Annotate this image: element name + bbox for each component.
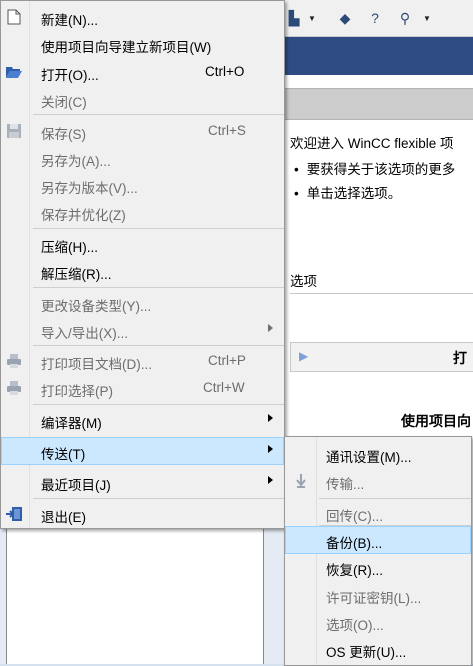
- menu-separator: [33, 228, 284, 229]
- menu-item-compress[interactable]: 压缩(H)...: [1, 231, 284, 257]
- menu-item-compiler[interactable]: 编译器(M): [1, 407, 284, 433]
- new-file-icon: [4, 7, 24, 27]
- menu-item-wizard[interactable]: 使用项目向导建立新项目(W): [1, 31, 284, 57]
- menu-item-recent-projects[interactable]: 最近项目(J): [1, 469, 284, 495]
- menu-item-transfer[interactable]: 传送(T): [1, 437, 284, 465]
- submenu-arrow-icon: [268, 414, 273, 422]
- editor-titlebar: [284, 37, 473, 75]
- menu-item-save-optimize[interactable]: 保存并优化(Z): [1, 199, 284, 225]
- menu-separator: [319, 498, 471, 499]
- submenu-item-os-update[interactable]: OS 更新(U)...: [285, 636, 471, 662]
- chevron-down-icon[interactable]: ▼: [308, 14, 316, 23]
- submenu-item-upload[interactable]: 回传(C)...: [285, 500, 471, 526]
- wizard-section-title: 使用项目向: [401, 413, 471, 429]
- menu-item-save-as-version[interactable]: 另存为版本(V)...: [1, 172, 284, 198]
- submenu-arrow-icon: [268, 476, 273, 484]
- menu-item-close[interactable]: 关闭(C): [1, 86, 284, 112]
- box-title: 打: [453, 350, 467, 366]
- menu-item-import-export[interactable]: 导入/导出(X)...: [1, 317, 284, 343]
- divider: [290, 293, 473, 294]
- open-folder-icon: [4, 62, 24, 82]
- menu-separator: [33, 114, 284, 115]
- menu-separator: [33, 345, 284, 346]
- print-icon: [4, 351, 24, 371]
- bullet-item: 单击选择选项。: [294, 182, 402, 202]
- menu-item-open[interactable]: 打开(O)... Ctrl+O: [1, 59, 284, 85]
- start-page-header: [284, 88, 473, 120]
- menu-item-print-docs[interactable]: 打印项目文档(D)... Ctrl+P: [1, 348, 284, 374]
- play-arrow-icon: ▶: [299, 349, 309, 363]
- menu-item-save-as[interactable]: 另存为(A)...: [1, 145, 284, 171]
- menu-item-decompress[interactable]: 解压缩(R)...: [1, 258, 284, 284]
- chevron-down-icon[interactable]: ▼: [423, 14, 431, 23]
- welcome-text: 欢迎进入 WinCC flexible 项: [290, 136, 454, 151]
- menu-item-print-selection[interactable]: 打印选择(P) Ctrl+W: [1, 375, 284, 401]
- book-icon[interactable]: ◆: [334, 8, 356, 28]
- transfer-tool-icon[interactable]: ▙: [283, 8, 305, 28]
- project-tree-pane: [6, 520, 264, 664]
- submenu-item-backup[interactable]: 备份(B)...: [285, 526, 471, 554]
- menu-separator: [33, 498, 284, 499]
- menu-item-new[interactable]: 新建(N)...: [1, 4, 284, 30]
- context-help-icon[interactable]: ⚲: [394, 8, 416, 28]
- menu-separator: [319, 525, 471, 526]
- options-label: 选项: [290, 274, 317, 289]
- submenu-arrow-icon: [268, 324, 273, 332]
- save-icon: [4, 121, 24, 141]
- print-selection-icon: [4, 378, 24, 398]
- menu-separator: [33, 404, 284, 405]
- menu-item-save[interactable]: 保存(S) Ctrl+S: [1, 118, 284, 144]
- menu-item-exit[interactable]: 退出(E): [1, 501, 284, 527]
- bullet-item: 要获得关于该选项的更多: [294, 158, 456, 178]
- submenu-item-options[interactable]: 选项(O)...: [285, 609, 471, 635]
- menu-item-change-device[interactable]: 更改设备类型(Y)...: [1, 290, 284, 316]
- submenu-item-comm-settings[interactable]: 通讯设置(M)...: [285, 441, 471, 467]
- submenu-item-license-keys[interactable]: 许可证密钥(L)...: [285, 582, 471, 608]
- exit-icon: [4, 504, 24, 524]
- transfer-icon: [291, 471, 311, 491]
- submenu-item-transfer[interactable]: 传输...: [285, 468, 471, 494]
- project-menu: 新建(N)... 使用项目向导建立新项目(W) 打开(O)... Ctrl+O …: [0, 0, 285, 529]
- transfer-submenu: 通讯设置(M)... 传输... 回传(C)... 备份(B)... 恢复(R)…: [284, 436, 472, 666]
- submenu-arrow-icon: [268, 445, 273, 453]
- open-project-box[interactable]: ▶ 打: [290, 342, 473, 372]
- submenu-item-restore[interactable]: 恢复(R)...: [285, 554, 471, 580]
- menu-separator: [33, 287, 284, 288]
- help-icon[interactable]: ?: [364, 8, 386, 28]
